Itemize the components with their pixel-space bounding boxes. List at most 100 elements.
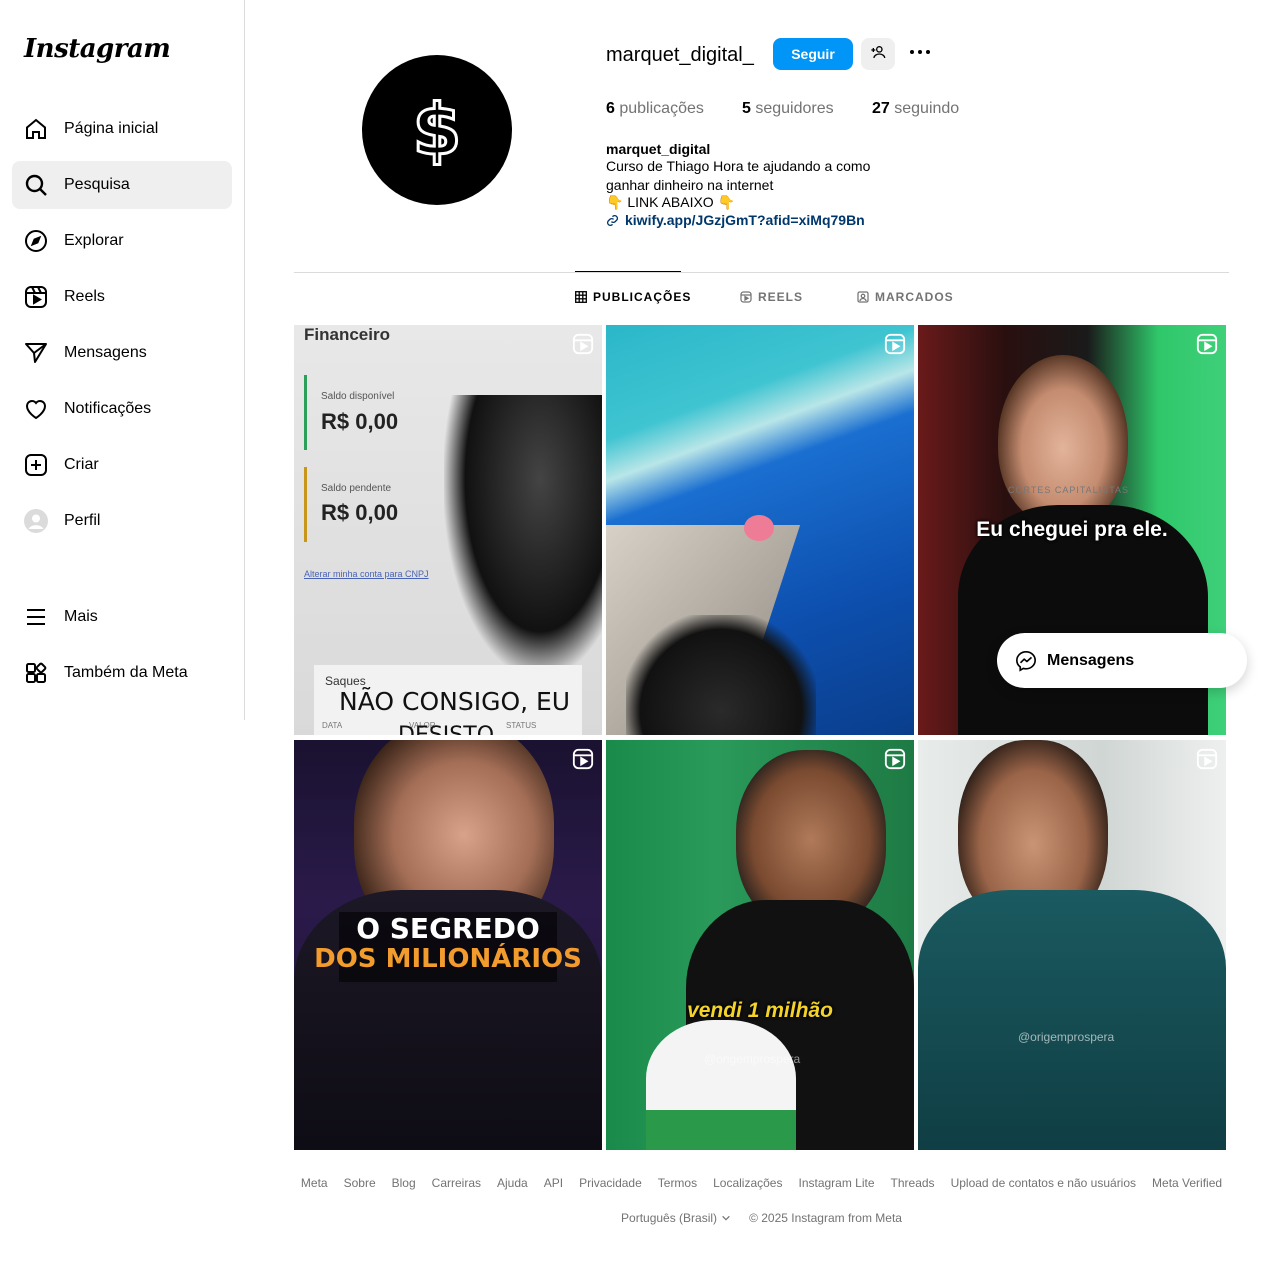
reels-icon xyxy=(24,285,48,309)
more-horizontal-icon xyxy=(908,40,932,69)
post-caption: DOS MILIONÁRIOS xyxy=(314,944,582,974)
sidebar-item-also-from-meta[interactable]: Também da Meta xyxy=(12,649,232,697)
footer-link[interactable]: Privacidade xyxy=(579,1176,642,1190)
profile-avatar-icon xyxy=(24,509,48,533)
post-caption: O SEGREDO xyxy=(356,912,540,945)
balance-value: R$ 0,00 xyxy=(321,409,399,434)
sidebar-item-label: Mensagens xyxy=(64,344,147,361)
footer-link[interactable]: Carreiras xyxy=(432,1176,481,1190)
compass-icon xyxy=(24,229,48,253)
language-selector[interactable]: Português (Brasil) xyxy=(621,1211,731,1225)
person-body xyxy=(918,890,1226,1150)
sidebar-item-profile[interactable]: Perfil xyxy=(12,497,232,545)
sidebar-item-search[interactable]: Pesquisa xyxy=(12,161,232,209)
profile-avatar[interactable]: $ xyxy=(362,55,512,205)
footer-link[interactable]: API xyxy=(544,1176,563,1190)
pending-label: Saldo pendente xyxy=(321,483,392,494)
follow-button[interactable]: Seguir xyxy=(773,38,853,70)
footer-link[interactable]: Ajuda xyxy=(497,1176,528,1190)
pending-value: R$ 0,00 xyxy=(321,500,399,525)
reel-badge-icon xyxy=(1196,748,1218,770)
followers-count[interactable]: 5 seguidores xyxy=(742,100,834,118)
sidebar: Instagram Página inicial Pesquisa Explor… xyxy=(0,0,245,720)
footer-link[interactable]: Blog xyxy=(392,1176,416,1190)
footer-link[interactable]: Localizações xyxy=(713,1176,782,1190)
chevron-down-icon xyxy=(721,1213,731,1223)
footer-link[interactable]: Termos xyxy=(658,1176,697,1190)
bio-link[interactable]: kiwify.app/JGzjGmT?afid=xiMq79Bn xyxy=(606,212,865,228)
tab-posts[interactable]: PUBLICAÇÕES xyxy=(575,290,691,304)
options-button[interactable] xyxy=(906,40,934,68)
heart-icon xyxy=(24,397,48,421)
pending-bar xyxy=(304,467,307,542)
post-thumbnail[interactable]: Financeiro Saldo disponível R$ 0,00 Sald… xyxy=(294,325,602,735)
search-icon xyxy=(24,173,48,197)
tab-reels[interactable]: REELS xyxy=(740,290,803,304)
sidebar-item-label: Mais xyxy=(64,608,98,625)
dollar-icon: $ xyxy=(411,88,463,173)
sidebar-item-label: Criar xyxy=(64,456,99,473)
posts-count: 6 publicações xyxy=(606,100,704,117)
tabs-divider xyxy=(294,272,1229,273)
post-watermark: CORTES CAPITALISTAS xyxy=(1008,485,1130,495)
sidebar-item-home[interactable]: Página inicial xyxy=(12,105,232,153)
sidebar-item-more[interactable]: Mais xyxy=(12,593,232,641)
tagged-icon xyxy=(857,291,869,303)
footer-link[interactable]: Instagram Lite xyxy=(798,1176,874,1190)
post-thumbnail[interactable]: @origemprospera xyxy=(918,740,1226,1150)
footer-link[interactable]: Meta Verified xyxy=(1152,1176,1222,1190)
person-face xyxy=(998,355,1128,525)
post-caption: DESISTO xyxy=(398,723,494,735)
person-legs xyxy=(626,615,816,735)
reel-badge-icon xyxy=(884,333,906,355)
post-caption: Eu cheguei pra ele. xyxy=(976,518,1168,541)
footer-links: Meta Sobre Blog Carreiras Ajuda API Priv… xyxy=(294,1176,1229,1190)
post-title: Financeiro xyxy=(304,325,390,344)
copyright: © 2025 Instagram from Meta xyxy=(749,1211,902,1225)
post-watermark: @origemprospera xyxy=(1018,1030,1115,1044)
sidebar-item-create[interactable]: Criar xyxy=(12,441,232,489)
post-thumbnail[interactable] xyxy=(606,325,914,735)
sidebar-item-label: Notificações xyxy=(64,400,152,417)
post-thumbnail[interactable]: O SEGREDO DOS MILIONÁRIOS xyxy=(294,740,602,1150)
instagram-logo[interactable]: Instagram xyxy=(24,34,171,64)
add-user-icon xyxy=(870,44,886,65)
post-thumbnail[interactable]: vendi 1 milhão @origemprospera xyxy=(606,740,914,1150)
bio-line: 👇 LINK ABAIXO 👇 xyxy=(606,194,736,210)
sidebar-item-reels[interactable]: Reels xyxy=(12,273,232,321)
tab-active-indicator xyxy=(575,271,681,272)
balance-label: Saldo disponível xyxy=(321,391,395,402)
tab-tagged[interactable]: MARCADOS xyxy=(857,290,954,304)
profile-username: marquet_digital_ xyxy=(606,44,754,66)
messages-floating-button[interactable]: Mensagens xyxy=(997,633,1247,688)
sidebar-item-label: Também da Meta xyxy=(64,664,188,681)
following-count[interactable]: 27 seguindo xyxy=(872,100,959,118)
menu-icon xyxy=(24,605,48,629)
meta-grid-icon xyxy=(24,661,48,685)
sidebar-item-notifications[interactable]: Notificações xyxy=(12,385,232,433)
cnpj-link: Alterar minha conta para CNPJ xyxy=(304,569,429,579)
reel-badge-icon xyxy=(572,333,594,355)
footer-link[interactable]: Upload de contatos e não usuários xyxy=(951,1176,1136,1190)
sidebar-item-label: Perfil xyxy=(64,512,101,529)
balance-bar xyxy=(304,375,307,450)
plus-square-icon xyxy=(24,453,48,477)
footer-link[interactable]: Meta xyxy=(301,1176,328,1190)
send-icon xyxy=(24,341,48,365)
sidebar-item-label: Explorar xyxy=(64,232,124,249)
saques-label: Saques xyxy=(325,674,366,688)
sidebar-item-messages[interactable]: Mensagens xyxy=(12,329,232,377)
column-label: STATUS xyxy=(506,721,537,730)
sidebar-item-explore[interactable]: Explorar xyxy=(12,217,232,265)
sidebar-item-label: Pesquisa xyxy=(64,176,130,193)
post-caption: vendi 1 milhão xyxy=(687,999,833,1022)
bio-name: marquet_digital xyxy=(606,141,711,157)
bio-line: Curso de Thiago Hora te ajudando a como xyxy=(606,158,871,174)
footer-link[interactable]: Threads xyxy=(891,1176,935,1190)
footer-bottom: Português (Brasil) © 2025 Instagram from… xyxy=(294,1211,1229,1225)
post-caption: NÃO CONSIGO, EU xyxy=(339,687,571,716)
post-figure xyxy=(444,395,602,675)
footer-link[interactable]: Sobre xyxy=(344,1176,376,1190)
suggested-users-button[interactable] xyxy=(861,38,895,70)
reel-badge-icon xyxy=(884,748,906,770)
